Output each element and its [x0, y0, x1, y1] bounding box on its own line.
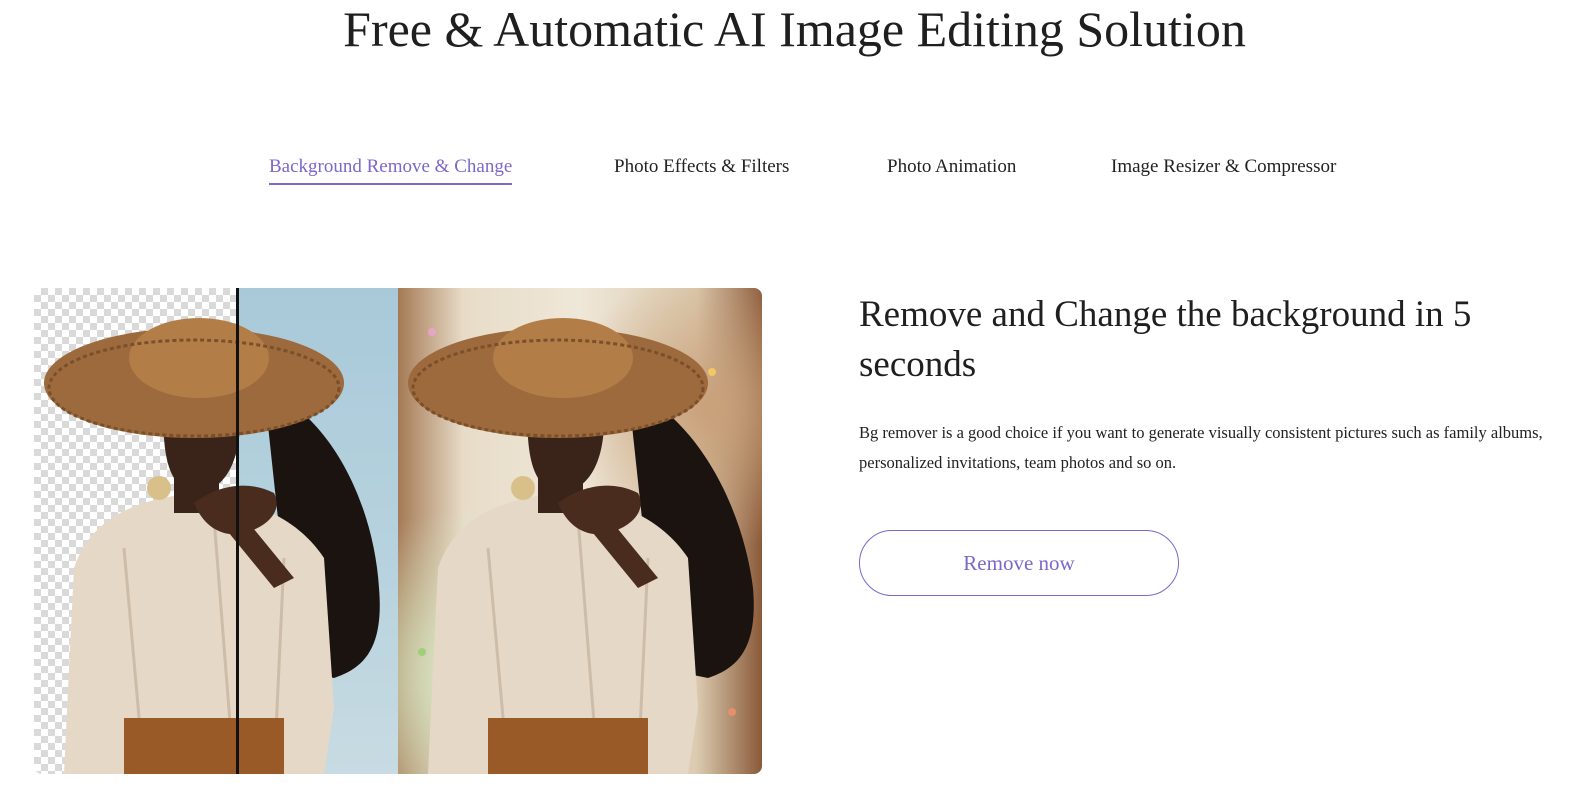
after-image [398, 288, 762, 774]
before-after-image [34, 288, 762, 774]
feature-description: Bg remover is a good choice if you want … [859, 423, 1543, 472]
comparison-divider[interactable] [236, 288, 239, 774]
before-image [34, 288, 398, 774]
portrait-figure [408, 318, 754, 774]
tab-photo-animation[interactable]: Photo Animation [887, 154, 1016, 183]
tab-background-remove[interactable]: Background Remove & Change [269, 154, 513, 185]
feature-tabs: Background Remove & Change Photo Effects… [0, 154, 1589, 194]
portrait-figure [44, 318, 380, 774]
feature-content: Remove and Change the background in 5 se… [859, 290, 1549, 478]
tab-image-resizer[interactable]: Image Resizer & Compressor [1111, 154, 1336, 183]
feature-heading: Remove and Change the background in 5 se… [859, 294, 1472, 385]
remove-now-button[interactable]: Remove now [859, 530, 1179, 596]
tab-photo-effects[interactable]: Photo Effects & Filters [614, 154, 789, 183]
page-title: Free & Automatic AI Image Editing Soluti… [343, 1, 1246, 57]
